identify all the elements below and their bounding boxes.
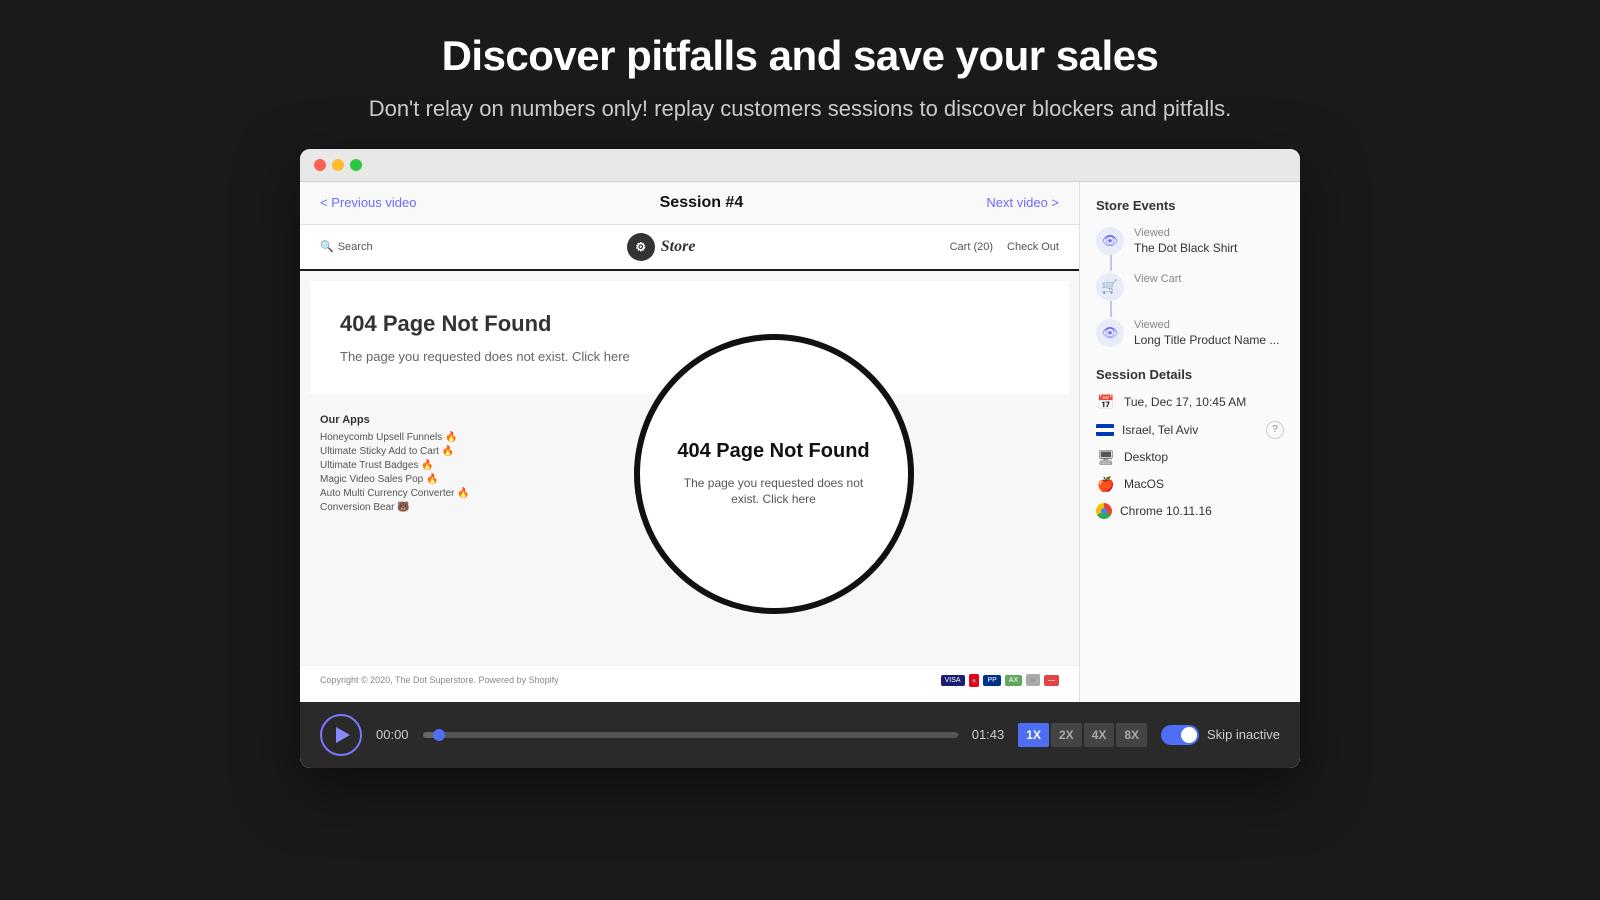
event-action: Viewed (1134, 227, 1284, 239)
circle-404-title: 404 Page Not Found (677, 440, 869, 463)
event-info: View Cart (1134, 273, 1284, 287)
amex-icon: AX (1005, 675, 1022, 686)
browser-window: < Previous video Session #4 Next video >… (300, 149, 1300, 768)
payment-icons: VISA ● PP AX ⊳ — (941, 674, 1059, 687)
store-cart-links: Cart (20) Check Out (950, 241, 1059, 253)
detail-datetime: Tue, Dec 17, 10:45 AM (1124, 395, 1246, 409)
dot-green[interactable] (350, 159, 362, 171)
copyright-text: Copyright © 2020, The Dot Superstore. Po… (320, 675, 559, 685)
session-title: Session #4 (660, 194, 744, 212)
pay-icon: ⊳ (1026, 674, 1040, 686)
skip-inactive-toggle[interactable] (1161, 725, 1199, 745)
detail-row-location: Israel, Tel Aviv ? (1096, 421, 1284, 439)
detail-row-os: 🍎 MacOS (1096, 476, 1284, 493)
visa-icon: VISA (941, 675, 965, 686)
store-logo-text: Store (661, 238, 696, 256)
calendar-icon: 📅 (1096, 394, 1116, 411)
event-item: 👁 Viewed Long Title Product Name ... (1096, 319, 1284, 347)
store-header: 🔍 Search ⚙ Store Cart (20) Check Out (300, 225, 1079, 271)
event-action: View Cart (1134, 273, 1284, 285)
desktop-icon: 🖥 (1096, 449, 1116, 466)
chrome-icon (1096, 503, 1112, 519)
play-button[interactable] (320, 714, 362, 756)
checkout-link[interactable]: Check Out (1007, 241, 1059, 253)
detail-row-datetime: 📅 Tue, Dec 17, 10:45 AM (1096, 394, 1284, 411)
eye-icon-2: 👁 (1096, 319, 1124, 347)
speed-controls: 1X 2X 4X 8X (1018, 723, 1147, 747)
event-action: Viewed (1134, 319, 1284, 331)
sidebar: Store Events 👁 Viewed The Dot Black Shir… (1080, 182, 1300, 702)
cart-icon: 🛒 (1096, 273, 1124, 301)
next-video-link[interactable]: Next video > (986, 195, 1059, 210)
browser-content: < Previous video Session #4 Next video >… (300, 182, 1300, 702)
player-bar: 00:00 01:43 1X 2X 4X 8X Skip inactive (300, 702, 1300, 768)
detail-row-device: 🖥 Desktop (1096, 449, 1284, 466)
prev-video-link[interactable]: < Previous video (320, 195, 416, 210)
store-logo: ⚙ Store (627, 233, 696, 261)
subtitle: Don't relay on numbers only! replay cust… (40, 94, 1560, 125)
paypal-icon: PP (983, 675, 1000, 686)
speed-2x-button[interactable]: 2X (1051, 723, 1082, 747)
replay-area: < Previous video Session #4 Next video >… (300, 182, 1080, 702)
store-search: 🔍 Search (320, 240, 373, 253)
progress-dot (433, 729, 445, 741)
toggle-wrapper: Skip inactive (1161, 725, 1280, 745)
page-404-title: 404 Page Not Found (340, 311, 1039, 337)
search-label: Search (338, 241, 373, 253)
detail-browser: Chrome 10.11.16 (1120, 504, 1212, 518)
speed-1x-button[interactable]: 1X (1018, 723, 1049, 747)
event-info: Viewed The Dot Black Shirt (1134, 227, 1284, 255)
session-nav: < Previous video Session #4 Next video > (300, 182, 1079, 225)
speed-8x-button[interactable]: 8X (1116, 723, 1147, 747)
event-list: 👁 Viewed The Dot Black Shirt 🛒 View Cart (1096, 227, 1284, 347)
store-events-title: Store Events (1096, 198, 1284, 213)
help-icon[interactable]: ? (1266, 421, 1284, 439)
speed-4x-button[interactable]: 4X (1084, 723, 1115, 747)
event-item: 🛒 View Cart (1096, 273, 1284, 301)
time-end: 01:43 (972, 727, 1005, 742)
other-icon: — (1044, 675, 1059, 686)
time-start: 00:00 (376, 727, 409, 742)
header-section: Discover pitfalls and save your sales Do… (0, 0, 1600, 149)
mc-icon: ● (969, 674, 980, 687)
eye-icon: 👁 (1096, 227, 1124, 255)
search-icon: 🔍 (320, 240, 334, 253)
event-name: The Dot Black Shirt (1134, 241, 1284, 255)
play-icon (336, 727, 350, 743)
apple-icon: 🍎 (1096, 476, 1116, 493)
browser-titlebar (300, 149, 1300, 182)
event-info: Viewed Long Title Product Name ... (1134, 319, 1284, 347)
event-item: 👁 Viewed The Dot Black Shirt (1096, 227, 1284, 255)
progress-bar[interactable] (423, 732, 958, 738)
session-details-title: Session Details (1096, 367, 1284, 382)
toggle-knob (1181, 727, 1197, 743)
cart-link[interactable]: Cart (20) (950, 241, 993, 253)
detail-device: Desktop (1124, 450, 1168, 464)
detail-location: Israel, Tel Aviv (1122, 423, 1198, 437)
circle-404-desc: The page you requested does not exist. C… (670, 475, 878, 509)
website-content: 🔍 Search ⚙ Store Cart (20) Check Out (300, 225, 1079, 695)
event-name: Long Title Product Name ... (1134, 333, 1284, 347)
store-logo-icon: ⚙ (627, 233, 655, 261)
dot-red[interactable] (314, 159, 326, 171)
flag-icon (1096, 424, 1114, 436)
main-title: Discover pitfalls and save your sales (40, 32, 1560, 80)
detail-os: MacOS (1124, 477, 1164, 491)
detail-row-browser: Chrome 10.11.16 (1096, 503, 1284, 519)
dot-yellow[interactable] (332, 159, 344, 171)
skip-inactive-label: Skip inactive (1207, 727, 1280, 742)
circle-overlay: 404 Page Not Found The page you requeste… (634, 334, 914, 614)
website-footer: Copyright © 2020, The Dot Superstore. Po… (300, 665, 1079, 695)
